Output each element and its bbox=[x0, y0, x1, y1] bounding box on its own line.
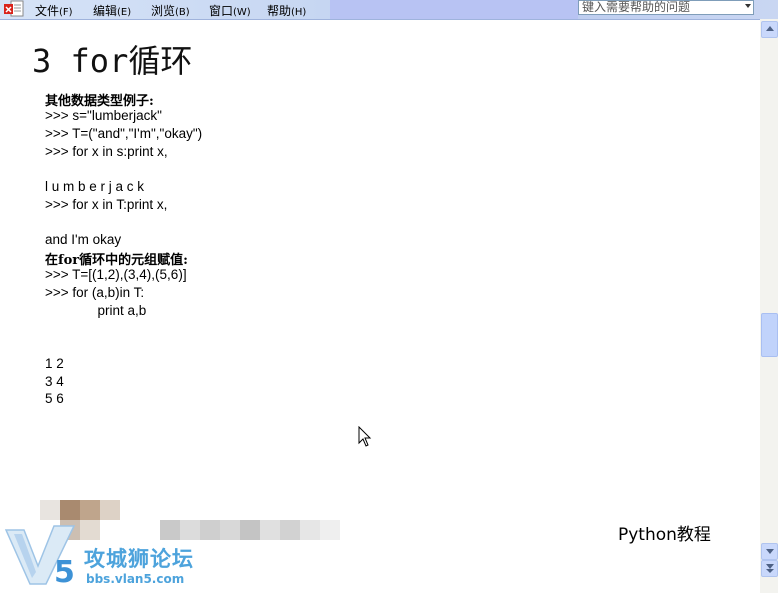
pixelated-block bbox=[100, 500, 120, 520]
code-line: >>> s="lumberjack" bbox=[45, 108, 162, 123]
slide-title: 3 for循环 bbox=[32, 42, 193, 80]
output-line: and I'm okay bbox=[45, 232, 122, 247]
menu-edit-hotkey: (E) bbox=[117, 7, 132, 18]
v5-logo-icon: 5 bbox=[4, 525, 76, 588]
help-search-placeholder: 键入需要帮助的问题 bbox=[582, 0, 691, 14]
page-down-button[interactable] bbox=[761, 560, 778, 577]
section-heading-other-types: 其他数据类型例子: bbox=[45, 94, 154, 109]
menu-file-hotkey: (F) bbox=[59, 7, 73, 18]
menu-edit-label: 编辑 bbox=[93, 4, 118, 18]
output-line: l u m b e r j a c k bbox=[45, 179, 145, 194]
section-heading-tuple-assignment: 在for循环中的元组赋值: bbox=[45, 253, 188, 268]
pixelated-block bbox=[80, 500, 100, 520]
code-line: >>> T=[(1,2),(3,4),(5,6)] bbox=[45, 267, 187, 282]
menu-window[interactable]: 窗口(W) bbox=[209, 2, 251, 19]
menu-bar-band bbox=[330, 0, 578, 19]
pdf-app-icon[interactable] bbox=[2, 0, 26, 18]
pixelated-block bbox=[60, 500, 80, 520]
help-search-input[interactable]: 键入需要帮助的问题 bbox=[578, 0, 754, 15]
arrow-up-icon bbox=[766, 26, 774, 31]
double-arrow-down-icon-lower bbox=[766, 569, 774, 573]
menu-view-label: 浏览 bbox=[151, 4, 176, 18]
vertical-scrollbar[interactable] bbox=[760, 19, 778, 593]
menu-edit[interactable]: 编辑(E) bbox=[93, 2, 131, 19]
menu-help-hotkey: (H) bbox=[291, 7, 307, 18]
menu-bar: 文件(F) 编辑(E) 浏览(B) 窗口(W) 帮助(H) 键入需要帮助的问题 bbox=[0, 0, 778, 20]
menu-view[interactable]: 浏览(B) bbox=[151, 2, 190, 19]
menu-help-label: 帮助 bbox=[267, 4, 292, 18]
forum-url: bbs.vlan5.com bbox=[86, 572, 185, 586]
forum-name: 攻城狮论坛 bbox=[84, 547, 194, 571]
arrow-down-icon bbox=[766, 549, 774, 554]
output-line: 5 6 bbox=[45, 391, 64, 406]
code-line: >>> for x in T:print x, bbox=[45, 197, 168, 212]
svg-text:5: 5 bbox=[54, 555, 75, 588]
output-line: 1 2 bbox=[45, 356, 64, 371]
menu-window-hotkey: (W) bbox=[233, 7, 251, 18]
code-line: >>> for (a,b)in T: bbox=[45, 285, 145, 300]
menu-help[interactable]: 帮助(H) bbox=[267, 2, 306, 19]
menu-file[interactable]: 文件(F) bbox=[35, 2, 73, 19]
code-line: >>> T=("and","I'm","okay") bbox=[45, 126, 203, 141]
menu-file-label: 文件 bbox=[35, 4, 60, 18]
chevron-down-icon[interactable] bbox=[745, 4, 751, 8]
pixelated-block bbox=[40, 500, 60, 520]
pixelated-strip bbox=[160, 520, 340, 540]
scrollbar-thumb[interactable] bbox=[761, 313, 778, 357]
mouse-cursor-icon bbox=[358, 426, 372, 447]
slide-footer: Python教程 bbox=[618, 525, 711, 545]
output-line: 3 4 bbox=[45, 374, 64, 389]
menu-view-hotkey: (B) bbox=[175, 7, 190, 18]
scroll-up-button[interactable] bbox=[761, 21, 778, 38]
menu-window-label: 窗口 bbox=[209, 4, 234, 18]
code-line: print a,b bbox=[45, 303, 147, 318]
scroll-down-button[interactable] bbox=[761, 543, 778, 560]
code-line: >>> for x in s:print x, bbox=[45, 144, 168, 159]
